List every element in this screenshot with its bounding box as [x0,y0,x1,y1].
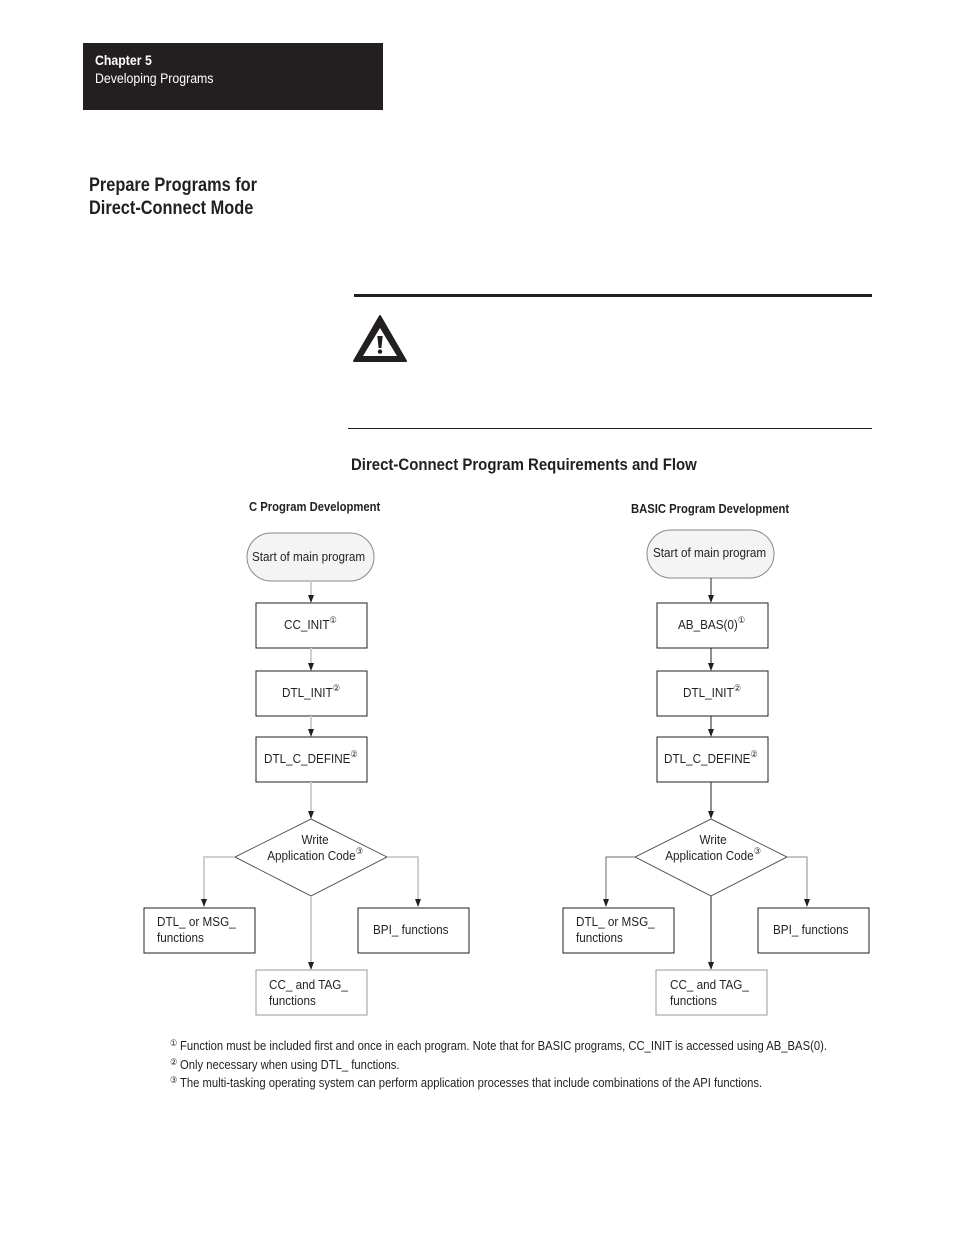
footnote-1: ① Function must be included first and onc… [170,1036,827,1055]
basic-step1-label: AB_BAS(0)① [678,615,746,633]
basic-decision-text: Application Code [665,848,754,863]
basic-decision-line2: Application Code③ [660,846,766,864]
c-start-label: Start of main program [252,549,366,564]
basic-bottom-output-label: CC_ and TAG_ functions [670,977,749,1009]
c-decision-label: Write Application Code③ [262,832,368,864]
basic-arrowhead [708,729,714,737]
footnote-ref-2: ② [750,749,758,759]
footnote-ref-2: ② [350,749,358,759]
c-connector [387,856,419,900]
c-arrowhead [308,663,314,671]
basic-arrowhead [708,811,714,819]
c-arrowhead [308,729,314,737]
basic-decision-line1: Write [699,832,727,847]
footnote-marker: ③ [170,1075,178,1085]
c-decision-text: Application Code [267,848,356,863]
c-arrowhead [308,811,314,819]
c-left-output-line1: DTL_ or MSG_ [157,914,236,929]
basic-arrowhead [708,663,714,671]
c-step1-label: CC_INIT① [284,615,337,633]
c-decision-line2: Application Code③ [262,846,368,864]
footnote-3: ③ The multi-tasking operating system can … [170,1073,827,1092]
basic-step2-text: DTL_INIT [683,685,734,700]
footnote-ref-3: ③ [355,846,363,856]
footnote-text: Only necessary when using DTL_ functions… [179,1057,400,1072]
basic-arrowhead [708,595,714,603]
footnote-2: ② Only necessary when using DTL_ function… [170,1055,827,1074]
c-bottom-output-label: CC_ and TAG_ functions [269,977,348,1009]
footnote-ref-2: ② [332,683,340,693]
c-arrowhead [308,962,314,970]
footnote-marker: ① [170,1038,178,1048]
c-step3-label: DTL_C_DEFINE② [264,749,358,767]
c-arrowhead [415,899,421,907]
c-step2-text: DTL_INIT [282,685,333,700]
footnote-ref-1: ① [737,615,746,625]
c-step3-text: DTL_C_DEFINE [264,751,351,766]
footnote-ref-3: ③ [753,846,761,856]
footnote-text: The multi-tasking operating system can p… [179,1076,763,1090]
basic-bottom-output-line1: CC_ and TAG_ [670,977,749,992]
basic-connector [787,856,808,900]
c-connector [203,856,235,900]
basic-right-output-label: BPI_ functions [773,922,849,937]
basic-arrowhead [603,899,609,907]
basic-start-label: Start of main program [653,545,767,560]
footnote-text: Function must be included first and once… [179,1039,827,1053]
basic-step3-label: DTL_C_DEFINE② [664,749,758,767]
basic-connector [605,856,635,900]
basic-step2-label: DTL_INIT② [683,683,741,701]
footnotes: ① Function must be included first and onc… [170,1036,827,1092]
c-decision-line1: Write [301,832,329,847]
c-arrowhead [201,899,207,907]
c-step1-text: CC_INIT [284,617,330,632]
basic-bottom-output-line2: functions [670,993,717,1008]
footnote-ref-1: ① [329,615,337,625]
basic-arrowhead [804,899,810,907]
c-left-output-line2: functions [157,930,204,945]
c-left-output-label: DTL_ or MSG_ functions [157,914,236,946]
c-arrowhead [308,595,314,603]
c-bottom-output-line1: CC_ and TAG_ [269,977,348,992]
c-bottom-output-line2: functions [269,993,316,1008]
basic-left-output-label: DTL_ or MSG_ functions [576,914,655,946]
basic-decision-label: Write Application Code③ [660,832,766,864]
basic-step1-text: AB_BAS(0) [678,617,738,632]
c-step2-label: DTL_INIT② [282,683,340,701]
c-right-output-label: BPI_ functions [373,922,449,937]
footnote-ref-2: ② [733,683,741,693]
basic-left-output-line2: functions [576,930,623,945]
basic-step3-text: DTL_C_DEFINE [664,751,751,766]
basic-left-output-line1: DTL_ or MSG_ [576,914,655,929]
basic-arrowhead [708,962,714,970]
footnote-marker: ② [170,1056,178,1067]
